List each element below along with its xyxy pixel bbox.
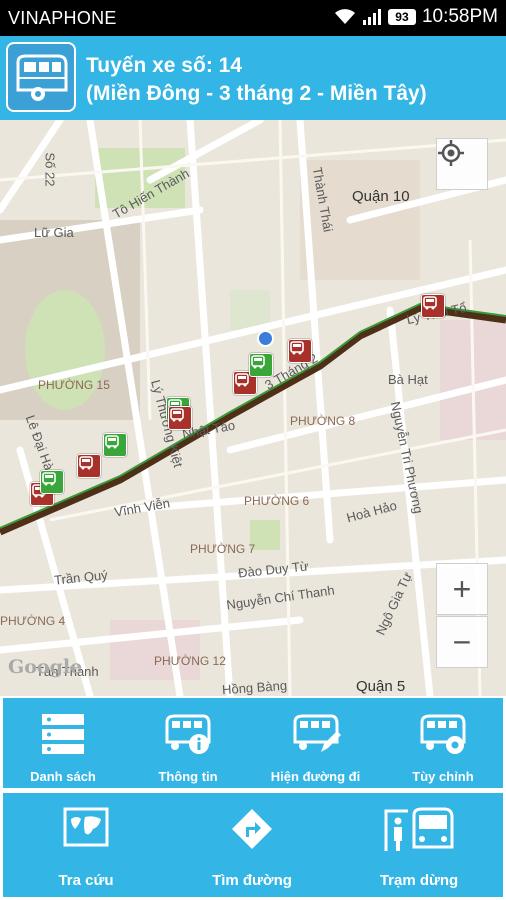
bus-stop-icon [384,807,454,851]
show-route-button[interactable]: Hiện đường đi [253,698,378,788]
crosshair-icon [438,140,464,166]
bus-stop-marker[interactable] [288,339,312,363]
settings-button[interactable]: Tùy chỉnh [383,698,503,788]
bus-stop-marker[interactable] [168,406,192,430]
bus-stop-marker[interactable] [77,454,101,478]
map-label: PHƯỜNG 4 [0,614,66,628]
list-button-label: Danh sách [30,769,96,784]
map-label: Bà Hạt [388,372,428,387]
map-canvas [0,120,506,696]
route-subtitle: (Miền Đông - 3 tháng 2 - Miền Tây) [86,82,427,105]
bus-info-icon [165,714,211,754]
bus-stop-marker[interactable] [421,294,445,318]
map-label: Lữ Gia [34,225,74,240]
clock: 10:58PM [421,6,498,27]
map-label: PHƯỜNG 6 [244,494,310,508]
bus-stop-button-label: Trạm dừng [379,872,459,889]
info-button[interactable]: Thông tin [128,698,248,788]
map-label: PHƯỜNG 8 [290,414,356,428]
route-title: Tuyến xe số: 14 [86,54,243,77]
map-label: PHƯỜNG 15 [38,378,110,392]
bus-settings-icon [420,714,466,754]
current-location-dot [257,330,274,347]
signal-icon [362,9,381,25]
bus-stop-button[interactable]: Trạm dừng [335,793,503,897]
map-label: Số 22 [42,152,58,187]
info-button-label: Thông tin [158,769,218,784]
find-route-button[interactable]: Tìm đường [169,793,335,897]
google-logo: Google [8,656,83,678]
toolbar-bottom: Tra cứu Tìm đường Trạm dừng [3,793,503,897]
map-label: Quận 5 [356,678,406,695]
carrier-name: VINAPHONE [8,8,117,28]
map-label: Quận 10 [352,188,410,205]
world-map-icon [63,807,109,847]
lookup-button-label: Tra cứu [58,872,114,889]
battery-icon: 93 [387,9,416,25]
bus-logo-icon[interactable] [6,42,76,112]
list-icon [42,714,84,754]
find-route-button-label: Tìm đường [212,872,292,889]
lookup-button[interactable]: Tra cứu [3,793,169,897]
bus-stop-marker[interactable] [103,433,127,457]
map-label: PHƯỜNG 12 [154,654,226,668]
wifi-icon [334,9,355,24]
status-icons: 93 10:58PM [334,6,498,28]
show-route-button-label: Hiện đường đi [270,769,361,784]
bus-stop-marker[interactable] [40,470,64,494]
app-header: Tuyến xe số: 14 (Miền Đông - 3 tháng 2 -… [0,36,506,120]
settings-button-label: Tùy chỉnh [412,769,474,784]
map-view[interactable]: Số 22 Tô Hiến Thành Lữ Gia Thành Thái Qu… [0,120,506,696]
toolbar-top: Danh sách Thông tin Hiện đường đi Tùy ch… [3,698,503,788]
bus-stop-marker[interactable] [249,353,273,377]
map-label: PHƯỜNG 7 [190,542,256,556]
status-bar: VINAPHONE 93 10:58PM [0,0,506,36]
my-location-button[interactable] [436,138,488,190]
direction-sign-icon [232,809,272,849]
zoom-in-button[interactable]: + [436,563,488,615]
list-button[interactable]: Danh sách [3,698,123,788]
bus-edit-icon [293,714,341,752]
zoom-out-button[interactable]: − [436,616,488,668]
